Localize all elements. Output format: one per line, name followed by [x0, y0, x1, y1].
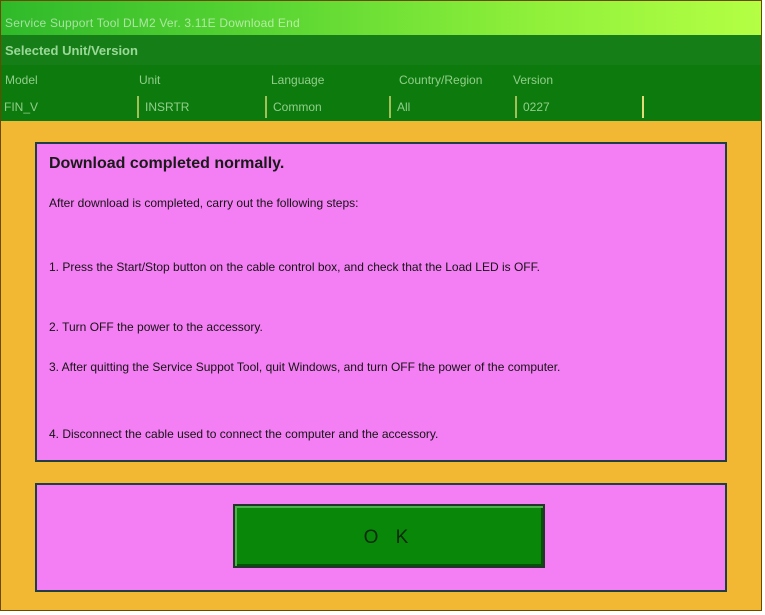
header-language: Language	[271, 73, 325, 87]
ok-button-label: O K	[363, 527, 415, 548]
value-unit: INSRTR	[137, 96, 265, 118]
ok-button[interactable]: O K	[233, 504, 545, 568]
section-title: Selected Unit/Version	[5, 43, 138, 58]
title-bar: Service Support Tool DLM2 Ver. 3.11E Dow…	[1, 1, 761, 35]
unit-info-table: Model Unit Language Country/Region Versi…	[1, 65, 761, 121]
step-3: 3. After quitting the Service Suppot Too…	[49, 360, 561, 374]
header-unit: Unit	[139, 73, 161, 87]
selected-unit-version-header: Selected Unit/Version	[1, 35, 761, 65]
header-model: Model	[5, 73, 38, 87]
message-title: Download completed normally.	[49, 155, 285, 172]
value-language: Common	[265, 96, 389, 118]
step-1: 1. Press the Start/Stop button on the ca…	[49, 260, 540, 274]
value-country-region: All	[389, 96, 515, 118]
button-panel: O K	[35, 483, 727, 592]
message-intro: After download is completed, carry out t…	[49, 196, 359, 210]
value-model: FIN_V	[4, 100, 39, 114]
step-2: 2. Turn OFF the power to the accessory.	[49, 320, 263, 334]
value-version: 0227	[515, 96, 642, 118]
download-end-window: Service Support Tool DLM2 Ver. 3.11E Dow…	[0, 0, 762, 611]
message-panel: Download completed normally. After downl…	[35, 142, 727, 462]
step-4: 4. Disconnect the cable used to connect …	[49, 427, 439, 441]
window-title: Service Support Tool DLM2 Ver. 3.11E Dow…	[5, 16, 300, 30]
table-divider	[642, 96, 644, 118]
header-country-region: Country/Region	[399, 73, 483, 87]
header-version: Version	[513, 73, 554, 87]
